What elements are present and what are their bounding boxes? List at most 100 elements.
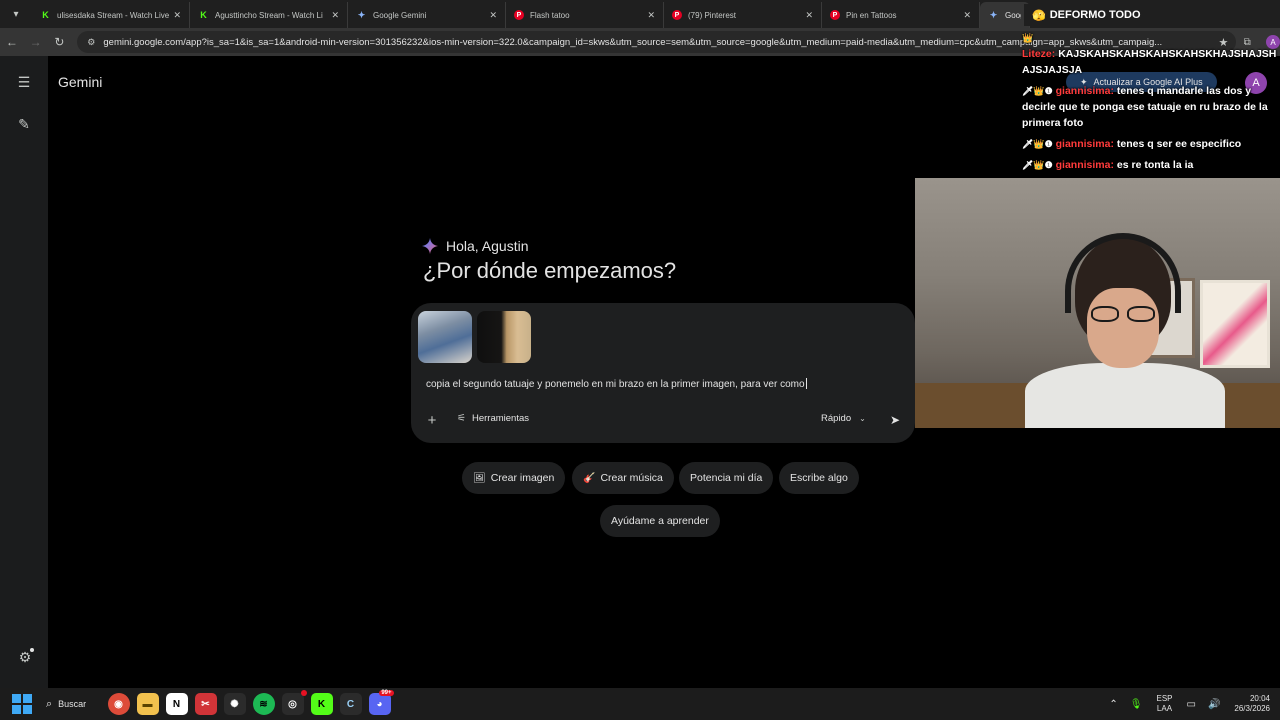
notion-icon: N [172,698,181,710]
emoji-icon: 🫣 [1032,9,1046,22]
chat-username: giannisima: [1055,138,1114,150]
tab-agusttincho[interactable]: K Agusttincho Stream - Watch Li ✕ [190,2,348,28]
webcam-headset [1065,233,1181,313]
close-icon[interactable]: ✕ [805,10,813,21]
volume-icon[interactable]: 🔊 [1208,699,1220,710]
webcam-person-body [1025,363,1225,428]
spotify-icon: ≋ [259,698,268,710]
folder-icon: ▬ [142,698,153,710]
stream-chat-overlay: 👑 Liteze: KAJSKAHSKAHSKAHSKAHSKHAJSHAJSH… [1022,30,1278,178]
kick-icon: K [317,698,326,710]
site-info-icon[interactable]: ⚙ [87,37,95,48]
tab-label: Agusttincho Stream - Watch Li [215,10,323,20]
chip-crear-musica[interactable]: 🎸 Crear música [572,462,674,494]
tab-google-gemini-active[interactable]: ✦ Google Ge [980,2,1030,28]
tab-label: Google Gemini [373,10,427,20]
discord-app[interactable]: ◕ 99+ [368,690,394,715]
chat-message: 🗡👑❶ giannisima: tenes q ser ee especific… [1022,136,1278,152]
screen: ▾ K ulisesdaka Stream - Watch Live ✕ K A… [0,0,1280,720]
notification-badge: 99+ [379,690,394,696]
image-icon: 🖼 [473,472,486,484]
settings-button[interactable]: ⚙ [14,646,36,668]
chatgpt-app[interactable]: ✺ [223,693,246,715]
reload-button[interactable]: ↻ [48,30,72,54]
chat-badges-icon: 🗡👑❶ [1022,139,1053,149]
microphone-icon[interactable]: 🎙 [1130,699,1143,710]
close-icon[interactable]: ✕ [489,10,497,21]
pinterest-icon: P [514,10,524,20]
send-button[interactable]: ➤ [885,410,905,430]
spotify-app[interactable]: ≋ [252,693,275,715]
kick-icon: K [200,10,207,20]
tab-label: ulisesdaka Stream - Watch Live [57,10,170,20]
clock-time: 20:04 [1249,694,1270,703]
reload-icon: ↻ [54,35,65,49]
close-icon[interactable]: ✕ [173,10,181,21]
notification-dot [300,690,307,696]
chip-ayudame-a-aprender[interactable]: Ayúdame a aprender [600,505,720,537]
chat-message: 🗡👑❶ giannisima: es re tonta la ia [1022,157,1278,173]
lang-top: ESP [1156,694,1173,703]
sliders-icon: ⚟ [457,413,466,424]
prompt-input[interactable]: copia el segundo tatuaje y ponemelo en m… [426,378,906,390]
start-button[interactable] [12,694,32,714]
webcam-feed [915,178,1280,428]
alert-text: DEFORMO TODO [1049,9,1141,21]
obs-app[interactable]: ◎ [281,690,307,715]
language-indicator[interactable]: ESP LAA [1156,694,1172,714]
close-icon[interactable]: ✕ [331,10,339,21]
sidebar: ☰ ✎ [0,56,48,688]
chat-username: Liteze: [1022,48,1056,60]
tab-google-gemini[interactable]: ✦ Google Gemini ✕ [348,2,506,28]
chip-crear-imagen[interactable]: 🖼 Crear imagen [462,462,566,494]
greeting: Hola, Agustin [422,238,529,254]
chip-escribe-algo[interactable]: Escribe algo [779,462,859,494]
search-label: Buscar [58,699,87,709]
tab-flash-tatoo[interactable]: P Flash tatoo ✕ [506,2,664,28]
model-mode-selector[interactable]: Rápido ⌄ [821,413,866,424]
chrome-icon: ◉ [114,698,123,710]
network-icon[interactable]: ▭ [1187,699,1196,710]
tab-pinterest[interactable]: P (79) Pinterest ✕ [664,2,822,28]
attached-image-1[interactable] [418,311,472,363]
close-icon[interactable]: ✕ [963,10,971,21]
chat-username: giannisima: [1055,85,1114,97]
arrow-right-icon: → [29,35,42,49]
notification-dot [30,648,34,652]
chip-label: Crear música [600,472,663,484]
new-chat-button[interactable]: ✎ [12,112,36,136]
tab-search-button[interactable]: ▾ [4,2,28,26]
gemini-brand[interactable]: Gemini [58,74,102,90]
attached-image-2[interactable] [477,311,531,363]
menu-button[interactable]: ☰ [12,70,36,94]
pinterest-icon: P [672,10,682,20]
chevron-down-icon: ▾ [13,8,19,20]
search-icon: ⌕ [46,697,53,710]
greeting-text: Hola, Agustin [446,238,529,254]
chat-message: 🗡👑❶ giannisima: tenes q mandarle las dos… [1022,83,1278,131]
chip-potencia-mi-dia[interactable]: Potencia mi día [679,462,774,494]
page-title: ¿Por dónde empezamos? [423,258,677,283]
tab-ulisesdaka[interactable]: K ulisesdaka Stream - Watch Live ✕ [32,2,190,28]
forward-button[interactable]: → [24,30,48,54]
snipping-app[interactable]: ✂ [194,693,217,715]
gemini-icon: ✦ [989,9,998,20]
tab-pin-en-tattoos[interactable]: P Pin en Tattoos ✕ [822,2,980,28]
notion-app[interactable]: N [165,693,188,715]
chrome-app[interactable]: ◉ [107,693,130,715]
close-icon[interactable]: ✕ [647,10,655,21]
kick-app[interactable]: K [310,693,333,715]
tools-button[interactable]: ⚟ Herramientas [457,413,529,424]
lang-bottom: LAA [1156,704,1173,713]
taskbar-search[interactable]: ⌕ Buscar [46,692,104,716]
send-icon: ➤ [889,413,901,427]
clock[interactable]: 20:04 26/3/2026 [1234,694,1270,714]
chevron-up-icon[interactable]: ⌃ [1109,699,1117,710]
file-explorer-app[interactable]: ▬ [136,693,159,715]
add-attachment-button[interactable]: + [423,411,441,429]
back-button[interactable]: ← [0,30,24,54]
capcut-app[interactable]: C [339,693,362,715]
pinterest-icon: P [830,10,840,20]
edit-icon: ✎ [18,115,30,132]
system-tray: ⌃ 🎙 ESP LAA ▭ 🔊 20:04 26/3/2026 [1103,688,1280,720]
